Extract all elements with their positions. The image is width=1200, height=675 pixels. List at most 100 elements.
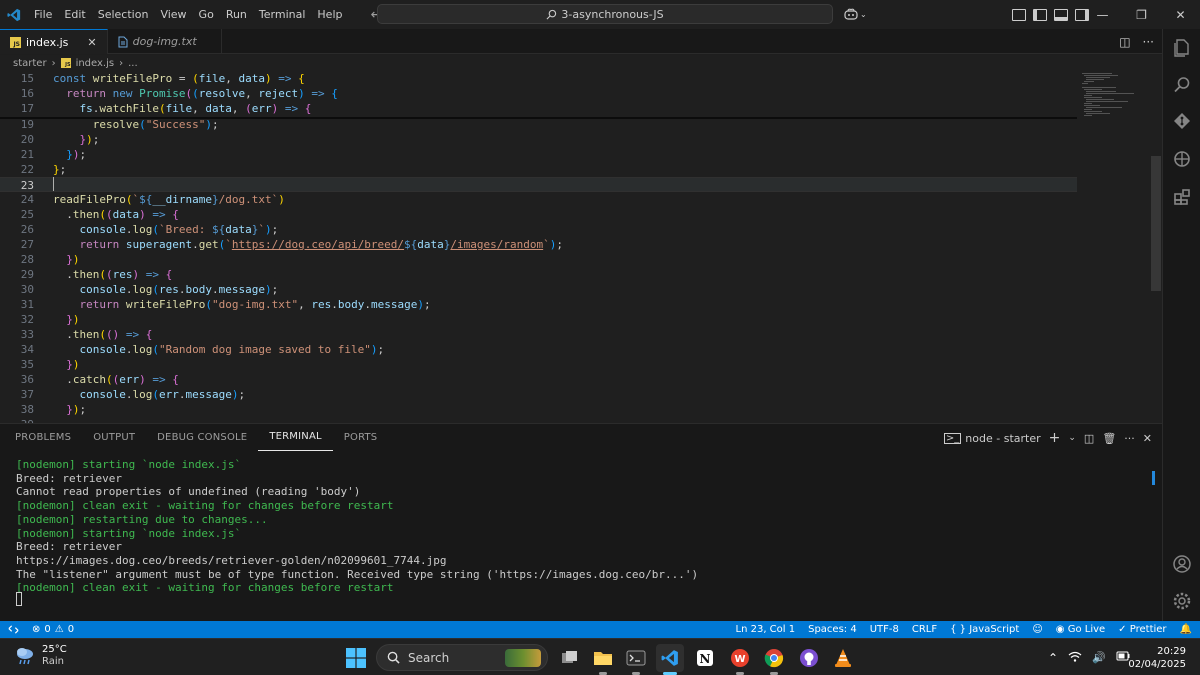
split-editor-icon[interactable]: ◫ (1119, 35, 1130, 49)
terminal-selector[interactable]: >_ node - starter (943, 432, 1041, 445)
copilot-status-icon[interactable]: ☺ (1032, 624, 1042, 635)
code-line[interactable]: 17 fs.watchFile(file, data, (err) => { (0, 101, 1077, 116)
menu-view[interactable]: View (154, 0, 192, 29)
line-endings[interactable]: CRLF (912, 624, 937, 635)
close-icon[interactable]: ✕ (1161, 0, 1200, 29)
run-debug-icon[interactable] (1163, 141, 1200, 177)
cursor-position[interactable]: Ln 23, Col 1 (736, 624, 796, 635)
code-line[interactable]: 36 .catch((err) => { (0, 372, 1077, 387)
wifi-icon[interactable] (1068, 651, 1082, 665)
explorer-icon[interactable] (1163, 29, 1200, 65)
go-live-button[interactable]: ◉ Go Live (1056, 624, 1105, 635)
tab-problems[interactable]: PROBLEMS (4, 425, 82, 451)
code-line[interactable]: 27 return superagent.get(`https://dog.ce… (0, 237, 1077, 252)
minimap[interactable] (1080, 71, 1150, 131)
tab-debug-console[interactable]: DEBUG CONSOLE (146, 425, 258, 451)
system-clock[interactable]: 20:29 02/04/2025 (1128, 645, 1186, 671)
close-icon[interactable]: ✕ (87, 36, 96, 49)
language-mode[interactable]: { } JavaScript (950, 624, 1019, 635)
code-line[interactable]: 15 const writeFilePro = (file, data) => { (0, 71, 1077, 86)
remote-indicator-icon[interactable] (0, 621, 26, 638)
code-line[interactable]: 35 }) (0, 357, 1077, 372)
volume-icon[interactable]: 🔊 (1092, 651, 1106, 664)
code-line[interactable]: 33 .then(() => { (0, 327, 1077, 342)
more-actions-icon[interactable]: ··· (1143, 35, 1154, 49)
editor-scrollbar[interactable] (1151, 156, 1161, 291)
menu-run[interactable]: Run (220, 0, 253, 29)
vlc-app-icon[interactable] (829, 644, 857, 672)
toggle-primary-sidebar-icon[interactable] (1033, 8, 1047, 21)
github-app-icon[interactable] (795, 644, 823, 672)
breadcrumb-symbol[interactable]: ... (128, 58, 138, 69)
menu-terminal[interactable]: Terminal (253, 0, 312, 29)
menu-file[interactable]: File (28, 0, 58, 29)
notion-app-icon[interactable]: N (691, 644, 719, 672)
code-line[interactable]: 21 }); (0, 147, 1077, 162)
task-view-icon[interactable] (556, 644, 584, 672)
accounts-icon[interactable] (1163, 546, 1200, 582)
minimize-icon[interactable]: — (1083, 0, 1122, 29)
chevron-up-icon[interactable]: ⌃ (1048, 651, 1058, 665)
trash-icon[interactable]: 🗑 (1102, 432, 1116, 445)
indentation[interactable]: Spaces: 4 (808, 624, 857, 635)
line-number: 33 (20, 328, 34, 341)
wps-office-app-icon[interactable]: W (726, 644, 754, 675)
code-line[interactable]: 25 .then((data) => { (0, 207, 1077, 222)
chrome-app-icon[interactable] (760, 644, 788, 675)
code-line[interactable]: 19 resolve("Success"); (0, 117, 1077, 132)
problems-indicator[interactable]: ⊗ 0 ⚠ 0 (32, 624, 74, 635)
code-editor[interactable]: 15 const writeFilePro = (file, data) => {… (0, 71, 1162, 423)
tab-index-js[interactable]: JS index.js ✕ (0, 29, 108, 54)
temperature: 25°C (42, 644, 67, 655)
copilot-button[interactable]: ⌄ (844, 6, 868, 22)
code-line[interactable]: 32 }) (0, 312, 1077, 327)
command-center-search[interactable]: 3-asynchronous-JS (377, 4, 833, 24)
gear-icon[interactable] (1163, 583, 1200, 619)
prettier-button[interactable]: ✓ Prettier (1118, 624, 1166, 635)
vscode-logo-icon[interactable] (0, 0, 28, 29)
search-icon[interactable] (1163, 67, 1200, 103)
close-panel-icon[interactable]: ✕ (1143, 432, 1152, 445)
encoding[interactable]: UTF-8 (870, 624, 899, 635)
menu-selection[interactable]: Selection (92, 0, 155, 29)
code-line[interactable]: 37 console.log(err.message); (0, 387, 1077, 402)
terminal-app-icon[interactable] (622, 644, 650, 675)
extensions-icon[interactable] (1163, 179, 1200, 215)
taskbar-search[interactable]: Search (376, 644, 548, 671)
code-line[interactable]: 31 return writeFilePro("dog-img.txt", re… (0, 297, 1077, 312)
windows-start-icon[interactable] (346, 648, 366, 668)
code-line[interactable]: 28 }) (0, 252, 1077, 267)
code-line[interactable]: 34 console.log("Random dog image saved t… (0, 342, 1077, 357)
tab-output[interactable]: OUTPUT (82, 425, 146, 451)
new-terminal-icon[interactable]: + (1049, 430, 1061, 446)
code-line[interactable]: 20 }); (0, 132, 1077, 147)
tab-terminal[interactable]: TERMINAL (258, 424, 333, 451)
notifications-bell-icon[interactable]: 🔔 (1180, 624, 1192, 635)
code-line[interactable]: 26 console.log(`Breed: ${data}`); (0, 222, 1077, 237)
breadcrumb-folder[interactable]: starter (13, 58, 47, 69)
terminal[interactable]: [nodemon] starting `node index.js` Breed:… (0, 451, 1162, 621)
weather-widget[interactable]: 25°C Rain (14, 644, 67, 668)
code-line[interactable]: 24 readFilePro(`${__dirname}/dog.txt`) (0, 192, 1077, 207)
menu-help[interactable]: Help (311, 0, 348, 29)
tab-dog-img-txt[interactable]: dog-img.txt (108, 29, 222, 54)
more-actions-icon[interactable]: ··· (1124, 432, 1135, 445)
source-control-icon[interactable] (1163, 103, 1200, 139)
menu-go[interactable]: Go (193, 0, 220, 29)
menu-edit[interactable]: Edit (58, 0, 91, 29)
file-explorer-icon[interactable] (589, 644, 617, 675)
code-line[interactable]: 30 console.log(res.body.message); (0, 282, 1077, 297)
vscode-app-icon[interactable] (656, 644, 684, 675)
chevron-down-icon[interactable]: ⌄ (1068, 433, 1076, 443)
code-line[interactable]: 23 (0, 177, 1077, 192)
code-line[interactable]: 38 }); (0, 402, 1077, 417)
code-line[interactable]: 22}; (0, 162, 1077, 177)
customize-layout-icon[interactable] (1012, 8, 1026, 21)
toggle-panel-icon[interactable] (1054, 8, 1068, 21)
restore-icon[interactable]: ❐ (1122, 0, 1161, 29)
breadcrumb-file[interactable]: index.js (76, 58, 115, 69)
code-line[interactable]: 16 return new Promise((resolve, reject) … (0, 86, 1077, 101)
tab-ports[interactable]: PORTS (333, 425, 389, 451)
code-line[interactable]: 29 .then((res) => { (0, 267, 1077, 282)
split-terminal-icon[interactable]: ◫ (1084, 432, 1094, 445)
